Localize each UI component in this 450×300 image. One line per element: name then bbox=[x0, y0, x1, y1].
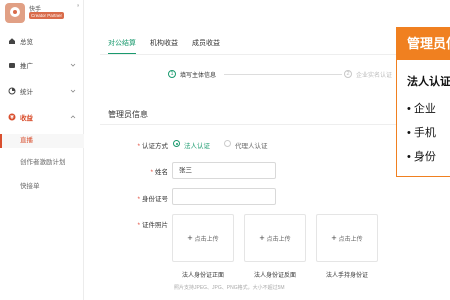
sidebar-item-earnings[interactable]: ¥ 收益 bbox=[0, 110, 84, 124]
step-number: 1 bbox=[168, 70, 176, 78]
chart-icon bbox=[8, 87, 16, 95]
annotation-title: 管理员信息 bbox=[397, 28, 450, 60]
plus-icon: + bbox=[187, 233, 193, 243]
chevron-down-icon bbox=[70, 89, 76, 93]
step-label: 填写主体信息 bbox=[180, 73, 217, 79]
tab-agency-earnings[interactable]: 机构收益 bbox=[150, 38, 178, 54]
upload-id-handheld[interactable]: + 点击上传 bbox=[316, 214, 378, 262]
upload-text: 点击上传 bbox=[266, 236, 291, 243]
step-number: 2 bbox=[344, 70, 352, 78]
logo-image bbox=[5, 3, 25, 23]
tab-corporate-settlement[interactable]: 对公结算 bbox=[108, 38, 136, 54]
sidebar-item-label: 推广 bbox=[20, 63, 33, 70]
upload-id-back[interactable]: + 点击上传 bbox=[244, 214, 306, 262]
auth-method-label: * 认证方式 bbox=[137, 143, 168, 150]
name-field[interactable]: 张三 bbox=[172, 162, 276, 179]
annotation-panel: 管理员信息 法人认证 • 企业 • 手机 • 身份 bbox=[396, 27, 450, 177]
sidebar-subitem-creator-incentive[interactable]: 创作者激励计划 bbox=[0, 156, 84, 170]
logo-badge: Creator Partner bbox=[29, 12, 65, 19]
sidebar-item-promote[interactable]: 推广 bbox=[0, 58, 84, 72]
upload-text: 点击上传 bbox=[194, 236, 219, 243]
upload-caption: 法人身份证正面 bbox=[181, 273, 224, 279]
annotation-bullet: • 手机 bbox=[407, 127, 436, 139]
radio-legal-person[interactable] bbox=[173, 140, 180, 147]
tab-bar: 对公结算 机构收益 成员收益 bbox=[108, 38, 220, 54]
radio-agent[interactable] bbox=[224, 140, 231, 147]
radio-label: 法人认证 bbox=[184, 143, 210, 150]
plus-icon: + bbox=[259, 233, 265, 243]
sidebar-item-overview[interactable]: 总览 bbox=[0, 34, 84, 48]
folder-icon bbox=[8, 61, 16, 69]
svg-text:¥: ¥ bbox=[10, 115, 14, 121]
upload-text: 点击上传 bbox=[338, 236, 363, 243]
sidebar-item-label: 总览 bbox=[20, 39, 33, 46]
radio-label: 代理人认证 bbox=[235, 143, 268, 150]
upload-caption: 法人手持身份证 bbox=[325, 273, 368, 279]
annotation-bullet: • 身份 bbox=[407, 151, 436, 163]
chevron-down-icon bbox=[70, 63, 76, 67]
money-icon: ¥ bbox=[8, 113, 16, 121]
id-number-field[interactable] bbox=[172, 188, 276, 205]
step-connector bbox=[224, 74, 342, 75]
sidebar-item-label: 收益 bbox=[20, 115, 33, 122]
logo-extra: ’ bbox=[77, 3, 79, 13]
upload-caption: 法人身份证反面 bbox=[253, 273, 296, 279]
plus-icon: + bbox=[331, 233, 337, 243]
sidebar-subitem-live[interactable]: 直播 bbox=[0, 134, 84, 148]
tab-member-earnings[interactable]: 成员收益 bbox=[192, 38, 220, 54]
section-title: 管理员信息 bbox=[108, 110, 148, 119]
sidebar-subitem-quick-order[interactable]: 快接单 bbox=[0, 180, 84, 194]
sidebar-item-stats[interactable]: 统计 bbox=[0, 84, 84, 98]
app-logo[interactable]: 快手 Creator Partner ’ bbox=[5, 3, 81, 25]
photo-label: * 证件照片 bbox=[137, 222, 168, 229]
home-icon bbox=[8, 37, 16, 45]
upload-hint: 照片支持JPEG、JPG、PNG格式，大小不超过5M bbox=[174, 285, 285, 291]
id-number-label: * 身份证号 bbox=[137, 196, 168, 203]
chevron-up-icon bbox=[70, 115, 76, 119]
name-label: * 姓名 bbox=[150, 169, 168, 176]
step-label: 企业实名认证 bbox=[356, 73, 393, 79]
sidebar: 快手 Creator Partner ’ 总览 推广 统计 ¥ 收益 直播 创作… bbox=[0, 0, 84, 300]
upload-id-front[interactable]: + 点击上传 bbox=[172, 214, 234, 262]
annotation-bullet: • 企业 bbox=[407, 103, 436, 115]
sidebar-item-label: 统计 bbox=[20, 89, 33, 96]
annotation-subtitle: 法人认证 bbox=[407, 76, 450, 88]
